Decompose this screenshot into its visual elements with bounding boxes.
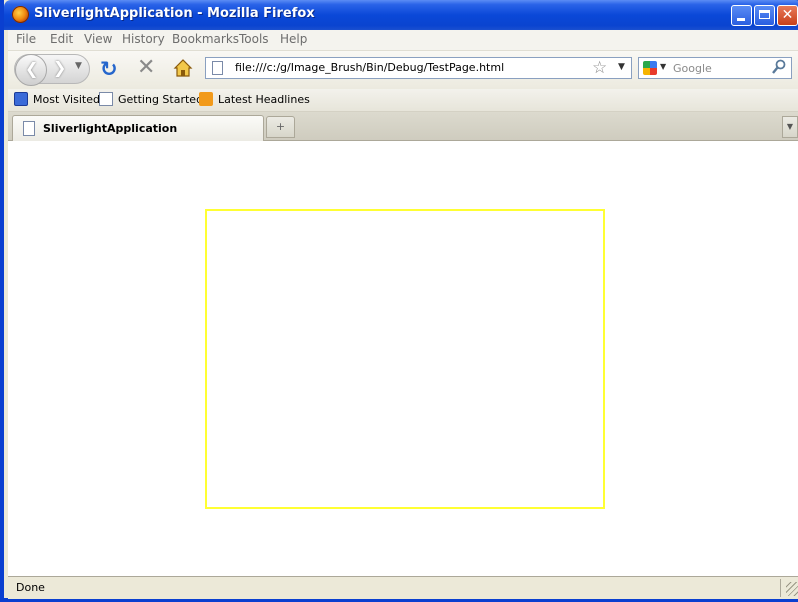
menu-tools[interactable]: Tools [239, 32, 269, 46]
tab-strip: SliverlightApplication + ▼ [8, 112, 798, 141]
close-button[interactable]: ✕ [777, 5, 798, 26]
bookmark-star-icon[interactable]: ☆ [592, 58, 607, 78]
search-bar[interactable]: ▼ Google [638, 57, 792, 79]
new-tab-button[interactable]: + [266, 116, 295, 138]
tab-label: SliverlightApplication [43, 122, 178, 135]
page-icon [212, 61, 223, 75]
back-arrow-icon: ❮ [25, 59, 39, 78]
menu-bookmarks[interactable]: Bookmarks [172, 32, 239, 46]
firefox-logo-icon [12, 6, 29, 23]
search-engine-dropdown-icon[interactable]: ▼ [660, 62, 666, 71]
search-input[interactable]: Google [673, 62, 712, 75]
back-forward-group: ❮ ❯ ▼ [14, 54, 90, 86]
page-content [8, 141, 798, 576]
menu-edit[interactable]: Edit [50, 32, 73, 46]
silverlight-control[interactable] [205, 209, 605, 509]
bookmark-getting-started[interactable]: Getting Started [99, 92, 203, 108]
page-icon [23, 121, 35, 136]
list-all-tabs-button[interactable]: ▼ [782, 116, 798, 138]
maximize-button[interactable] [754, 5, 775, 26]
most-visited-icon [14, 92, 28, 106]
menu-file[interactable]: File [16, 32, 36, 46]
navigation-toolbar: ❮ ❯ ▼ ↻ ✕ file:///c:/g/Image_Brush/Bin/D… [8, 51, 798, 89]
menu-help[interactable]: Help [280, 32, 307, 46]
menu-view[interactable]: View [84, 32, 112, 46]
forward-arrow-icon: ❯ [53, 58, 67, 77]
stop-icon[interactable]: ✕ [137, 57, 155, 79]
bookmark-most-visited[interactable]: Most Visited [14, 92, 100, 108]
menu-history[interactable]: History [122, 32, 165, 46]
bookmarks-toolbar: Most Visited Getting Started Latest Head… [8, 89, 798, 112]
status-separator [780, 579, 781, 597]
resize-grip-icon[interactable] [786, 582, 798, 596]
window-title: SliverlightApplication - Mozilla Firefox [34, 6, 315, 21]
title-bar[interactable]: SliverlightApplication - Mozilla Firefox… [4, 0, 798, 30]
url-dropdown-icon[interactable]: ▼ [618, 62, 625, 72]
status-bar: Done [8, 576, 798, 599]
google-icon[interactable] [643, 61, 657, 75]
tab-sliverlightapplication[interactable]: SliverlightApplication [12, 115, 264, 141]
browser-window: SliverlightApplication - Mozilla Firefox… [0, 0, 798, 602]
status-text: Done [16, 581, 45, 594]
forward-button[interactable]: ❯ [48, 58, 70, 80]
rss-feed-icon [199, 92, 213, 106]
menu-bar: File Edit View History Bookmarks Tools H… [8, 30, 798, 51]
back-button[interactable]: ❮ [15, 54, 47, 86]
search-icon[interactable] [772, 59, 786, 74]
bookmark-latest-headlines[interactable]: Latest Headlines [199, 92, 310, 108]
url-input[interactable]: file:///c:/g/Image_Brush/Bin/Debug/TestP… [235, 61, 504, 74]
history-dropdown-icon[interactable]: ▼ [75, 61, 82, 71]
page-icon [99, 92, 113, 106]
home-icon[interactable] [172, 57, 194, 79]
reload-icon[interactable]: ↻ [100, 58, 118, 80]
minimize-button[interactable] [731, 5, 752, 26]
url-bar[interactable]: file:///c:/g/Image_Brush/Bin/Debug/TestP… [205, 57, 632, 79]
